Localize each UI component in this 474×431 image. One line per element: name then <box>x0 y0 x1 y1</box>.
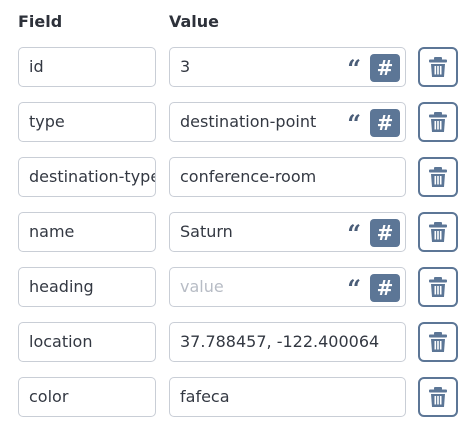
trash-icon <box>429 222 447 242</box>
delete-row-button[interactable] <box>418 322 458 362</box>
property-row: destination-type conference-room <box>0 157 474 199</box>
field-key-input[interactable]: heading <box>18 267 156 307</box>
field-value-input[interactable]: 37.788457, -122.400064 <box>169 322 406 362</box>
field-key-input[interactable]: type <box>18 102 156 142</box>
delete-row-button[interactable] <box>418 267 458 307</box>
field-key-input[interactable]: destination-type <box>18 157 156 197</box>
hash-icon[interactable]: # <box>370 219 400 247</box>
value-column-header: Value <box>169 12 220 31</box>
field-key-input[interactable]: name <box>18 212 156 252</box>
hash-icon[interactable]: # <box>370 109 400 137</box>
field-value-placeholder: value <box>180 277 224 296</box>
quote-icon[interactable]: “ <box>347 213 361 251</box>
quote-icon[interactable]: “ <box>347 103 361 141</box>
field-value-input[interactable]: destination-point “ # <box>169 102 406 142</box>
field-value-input[interactable]: conference-room <box>169 157 406 197</box>
field-value-text: 3 <box>180 57 191 76</box>
field-value-text: Saturn <box>180 222 233 241</box>
trash-icon <box>429 167 447 187</box>
property-row: id 3 “ # <box>0 47 474 89</box>
delete-row-button[interactable] <box>418 212 458 252</box>
field-value-input[interactable]: fafeca <box>169 377 406 417</box>
delete-row-button[interactable] <box>418 377 458 417</box>
property-row: location 37.788457, -122.400064 <box>0 322 474 364</box>
property-row: name Saturn “ # <box>0 212 474 254</box>
field-value-input[interactable]: 3 “ # <box>169 47 406 87</box>
field-value-input[interactable]: value “ # <box>169 267 406 307</box>
field-key-input[interactable]: color <box>18 377 156 417</box>
property-row: type destination-point “ # <box>0 102 474 144</box>
hash-icon[interactable]: # <box>370 54 400 82</box>
field-value-text: destination-point <box>180 112 317 131</box>
quote-icon[interactable]: “ <box>347 48 361 86</box>
delete-row-button[interactable] <box>418 47 458 87</box>
field-key-input[interactable]: id <box>18 47 156 87</box>
field-value-text: 37.788457, -122.400064 <box>180 332 380 351</box>
trash-icon <box>429 387 447 407</box>
field-value-text: conference-room <box>180 167 317 186</box>
trash-icon <box>429 57 447 77</box>
field-column-header: Field <box>18 12 63 31</box>
quote-icon[interactable]: “ <box>347 268 361 306</box>
field-value-input[interactable]: Saturn “ # <box>169 212 406 252</box>
property-row: color fafeca <box>0 377 474 419</box>
field-value-text: fafeca <box>180 387 230 406</box>
hash-icon[interactable]: # <box>370 274 400 302</box>
trash-icon <box>429 332 447 352</box>
property-row: heading value “ # <box>0 267 474 309</box>
delete-row-button[interactable] <box>418 157 458 197</box>
delete-row-button[interactable] <box>418 102 458 142</box>
trash-icon <box>429 112 447 132</box>
trash-icon <box>429 277 447 297</box>
field-key-input[interactable]: location <box>18 322 156 362</box>
